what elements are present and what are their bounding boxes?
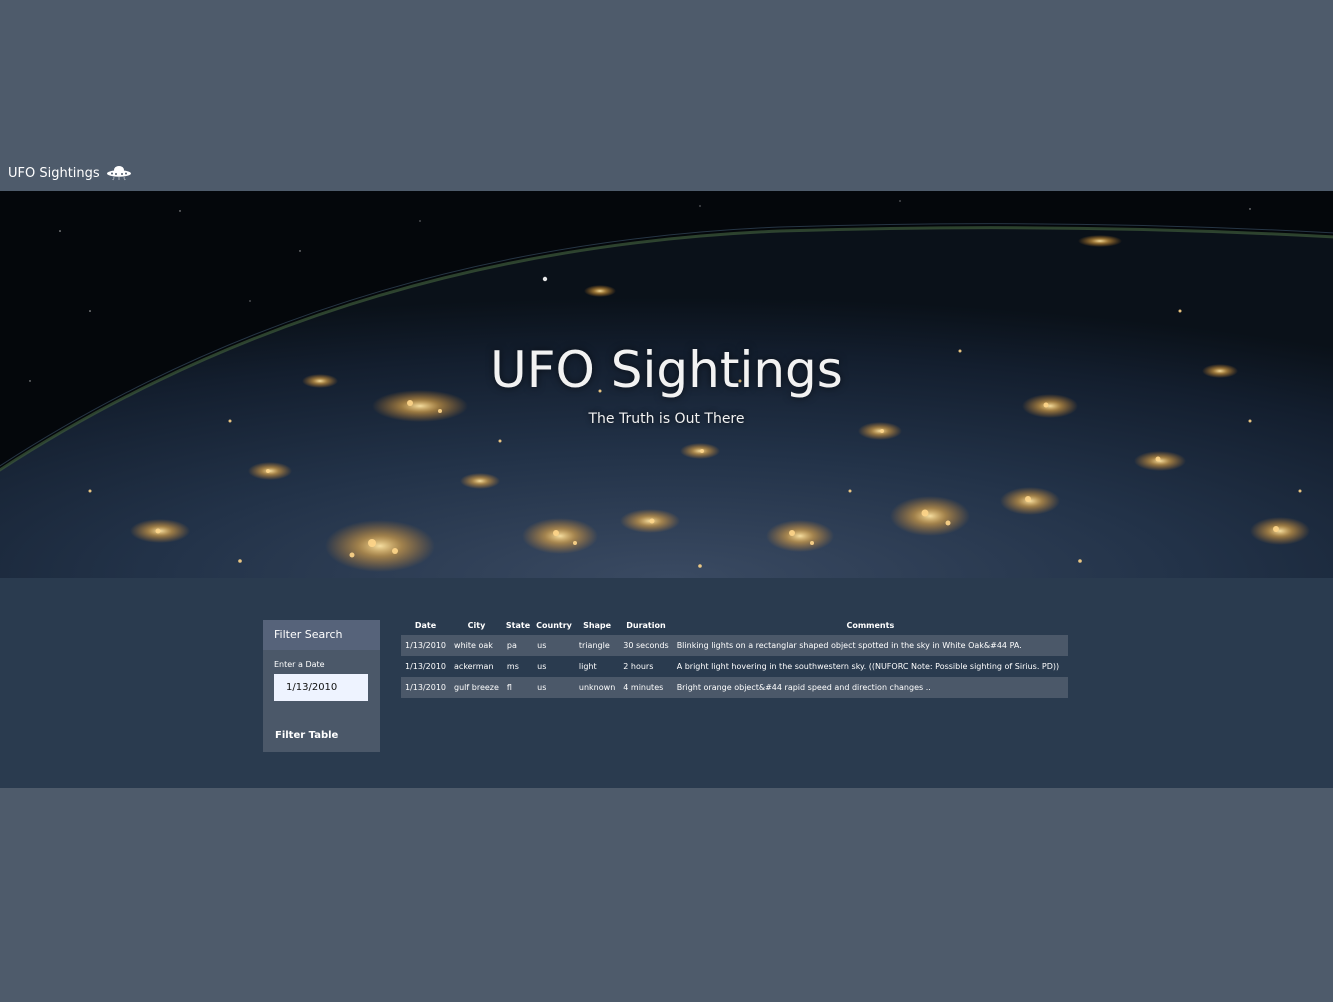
cell-state: fl [502,677,534,698]
filter-table-button[interactable]: Filter Table [275,730,338,741]
ufo-table: Date City State Country Shape Duration C… [401,615,1068,698]
cell-state: pa [502,635,534,656]
cell-shape: triangle [574,635,620,656]
cell-duration: 30 seconds [619,635,673,656]
column-header-shape: Shape [583,620,612,630]
cell-comments: Bright orange object&#44 rapid speed and… [672,677,1068,698]
cell-duration: 4 minutes [619,677,673,698]
navbar: UFO Sightings [0,155,1333,191]
column-header-comments: Comments [846,620,895,630]
filter-panel: Filter Search Enter a Date Filter Table [263,620,380,752]
cell-date: 1/13/2010 [401,677,451,698]
column-header-date: Date [414,620,437,630]
filter-panel-body: Enter a Date [263,650,380,701]
cell-country: us [533,677,575,698]
ufo-icon [106,165,132,181]
cell-country: us [533,635,575,656]
filter-panel-header: Filter Search [263,620,380,650]
cell-city: white oak [450,635,503,656]
cell-state: ms [506,662,519,671]
table-row: 1/13/2010 white oak pa us triangle 30 se… [401,635,1068,656]
cell-duration: 2 hours [623,662,654,671]
date-label: Enter a Date [274,660,325,669]
column-header-country: Country [536,620,572,630]
brand-link[interactable]: UFO Sightings [8,165,132,181]
hero-title: UFO Sightings [490,341,843,399]
cell-shape: unknown [574,677,620,698]
cell-city: ackerman [454,662,494,671]
cell-shape: light [578,662,597,671]
table-header-row: Date City State Country Shape Duration C… [401,615,1068,635]
cell-country: us [537,662,547,671]
hero-banner: UFO Sightings The Truth is Out There [0,191,1333,578]
cell-date: 1/13/2010 [405,662,447,671]
table-row: 1/13/2010 ackerman ms us light 2 hours A… [401,656,1068,677]
main-content: Filter Search Enter a Date Filter Table … [0,578,1333,788]
column-header-city: City [467,620,486,630]
cell-comments: A bright light hovering in the southwest… [676,662,1060,671]
cell-comments: Blinking lights on a rectanglar shaped o… [672,635,1068,656]
column-header-duration: Duration [626,620,666,630]
table-row: 1/13/2010 gulf breeze fl us unknown 4 mi… [401,677,1068,698]
hero-subtitle: The Truth is Out There [588,411,745,427]
date-input[interactable] [274,674,368,701]
brand-title: UFO Sightings [8,165,100,181]
cell-city: gulf breeze [450,677,503,698]
column-header-state: State [505,620,531,630]
cell-date: 1/13/2010 [401,635,451,656]
